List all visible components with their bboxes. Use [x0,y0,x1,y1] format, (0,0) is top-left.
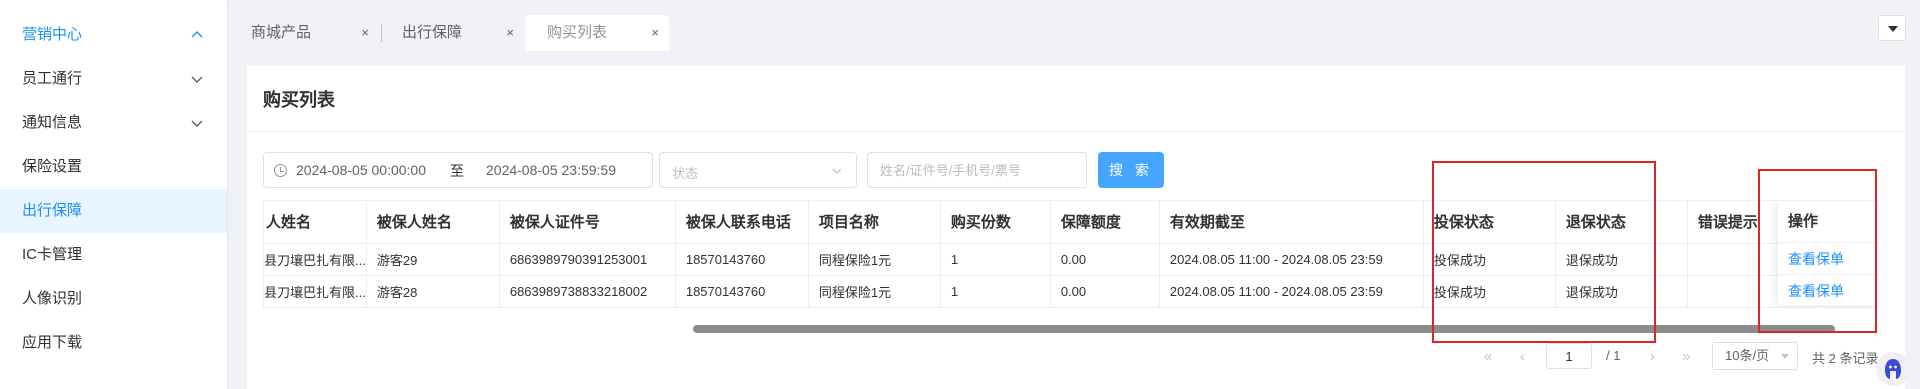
page-title: 购买列表 [263,90,335,110]
column-header: 被保人姓名 [366,201,500,244]
action-highlight-box [1758,169,1877,333]
sidebar-item-label: 保险设置 [22,158,83,175]
table-cell: 游客29 [366,243,500,276]
tab-dropdown-button[interactable] [1878,15,1906,41]
table-cell: 2024.08.05 11:00 - 2024.08.05 23:59 [1159,243,1424,276]
chevron-up-icon [191,31,203,38]
date-range-picker[interactable]: 2024-08-05 00:00:00 至 2024-08-05 23:59:5… [263,152,653,188]
page-number-input[interactable] [1546,343,1592,369]
tab-label: 购买列表 [547,24,608,41]
table-cell: 游客28 [366,275,500,307]
column-header: 有效期截至 [1159,201,1424,244]
page-size-select[interactable]: 10条/页 [1712,342,1798,370]
date-end[interactable]: 2024-08-05 23:59:59 [486,162,616,178]
sidebar-item-notifications[interactable]: 通知信息 [0,101,227,145]
horizontal-scrollbar[interactable] [693,325,1835,333]
table-cell: 同程保险1元 [808,275,941,307]
table-cell: 县刀壤巴扎有限... [264,275,367,307]
tab-label: 商城产品 [251,24,312,41]
total-pages: / 1 [1606,348,1621,363]
prev-page-icon[interactable]: ‹ [1520,348,1525,365]
table-cell: 6863989738833218002 [499,275,676,307]
sidebar-item-insurance-settings[interactable]: 保险设置 [0,145,227,189]
keyword-search-input[interactable] [867,152,1087,188]
table-cell: 1 [940,243,1051,276]
sidebar: 营销中心 员工通行 通知信息 保险设置 出行保障 IC卡管理 人像识别 应用下载 [0,0,228,389]
status-placeholder: 状态 [672,166,699,181]
assistant-fab[interactable] [1876,352,1910,386]
column-header: 人姓名 [264,201,367,244]
first-page-icon[interactable]: « [1484,348,1492,365]
tab-purchase-list[interactable]: 购买列表 × [525,15,669,51]
sidebar-item-marketing[interactable]: 营销中心 [0,13,227,57]
chevron-down-icon [832,168,842,174]
table-cell: 同程保险1元 [808,243,941,276]
sidebar-item-label: 应用下载 [22,334,83,351]
sidebar-item-label: 人像识别 [22,290,83,307]
date-start[interactable]: 2024-08-05 00:00:00 [296,162,426,178]
column-header: 项目名称 [808,201,941,244]
table-cell: 0.00 [1050,275,1160,307]
status-highlight-box [1432,161,1656,343]
sidebar-item-staff-pass[interactable]: 员工通行 [0,57,227,101]
sidebar-item-app-download[interactable]: 应用下载 [0,321,227,365]
divider [247,131,1905,132]
table-cell: 县刀壤巴扎有限... [264,243,367,276]
total-count: 共 2 条记录 [1812,351,1879,366]
sidebar-item-label: 出行保障 [22,202,83,219]
sidebar-item-label: 员工通行 [22,70,83,87]
tab-label: 出行保障 [402,24,463,41]
close-icon[interactable]: × [361,15,369,51]
search-button[interactable]: 搜 索 [1098,152,1164,188]
tab-mall-products[interactable]: 商城产品 × [229,15,379,51]
chevron-down-icon [191,76,203,83]
tab-bar: 商城产品 × 出行保障 × 购买列表 × [229,0,1920,65]
sidebar-item-face-recognition[interactable]: 人像识别 [0,277,227,321]
close-icon[interactable]: × [651,15,659,51]
clock-icon [274,164,287,177]
tab-travel-protection[interactable]: 出行保障 × [380,15,524,51]
sidebar-item-travel-protection[interactable]: 出行保障 [0,189,227,233]
column-header: 保障额度 [1050,201,1160,244]
table-cell: 18570143760 [675,243,809,276]
close-icon[interactable]: × [506,15,514,51]
table-cell: 6863989790391253001 [499,243,676,276]
table-cell: 1 [940,275,1051,307]
next-page-icon[interactable]: › [1650,348,1655,365]
content-card: 购买列表 2024-08-05 00:00:00 至 2024-08-05 23… [247,66,1905,389]
table-cell: 2024.08.05 11:00 - 2024.08.05 23:59 [1159,275,1424,307]
column-header: 被保人联系电话 [675,201,809,244]
date-separator: 至 [450,163,464,179]
sidebar-item-label: 通知信息 [22,114,83,131]
chevron-down-icon [191,120,203,127]
column-header: 被保人证件号 [499,201,676,244]
column-header: 购买份数 [940,201,1051,244]
sidebar-item-ic-card[interactable]: IC卡管理 [0,233,227,277]
table-cell: 18570143760 [675,275,809,307]
assistant-icon [1885,359,1901,379]
last-page-icon[interactable]: » [1682,348,1690,365]
sidebar-item-label: 营销中心 [22,26,83,43]
sidebar-item-label: IC卡管理 [22,246,83,263]
table-cell: 0.00 [1050,243,1160,276]
status-select[interactable]: 状态 [659,152,857,188]
